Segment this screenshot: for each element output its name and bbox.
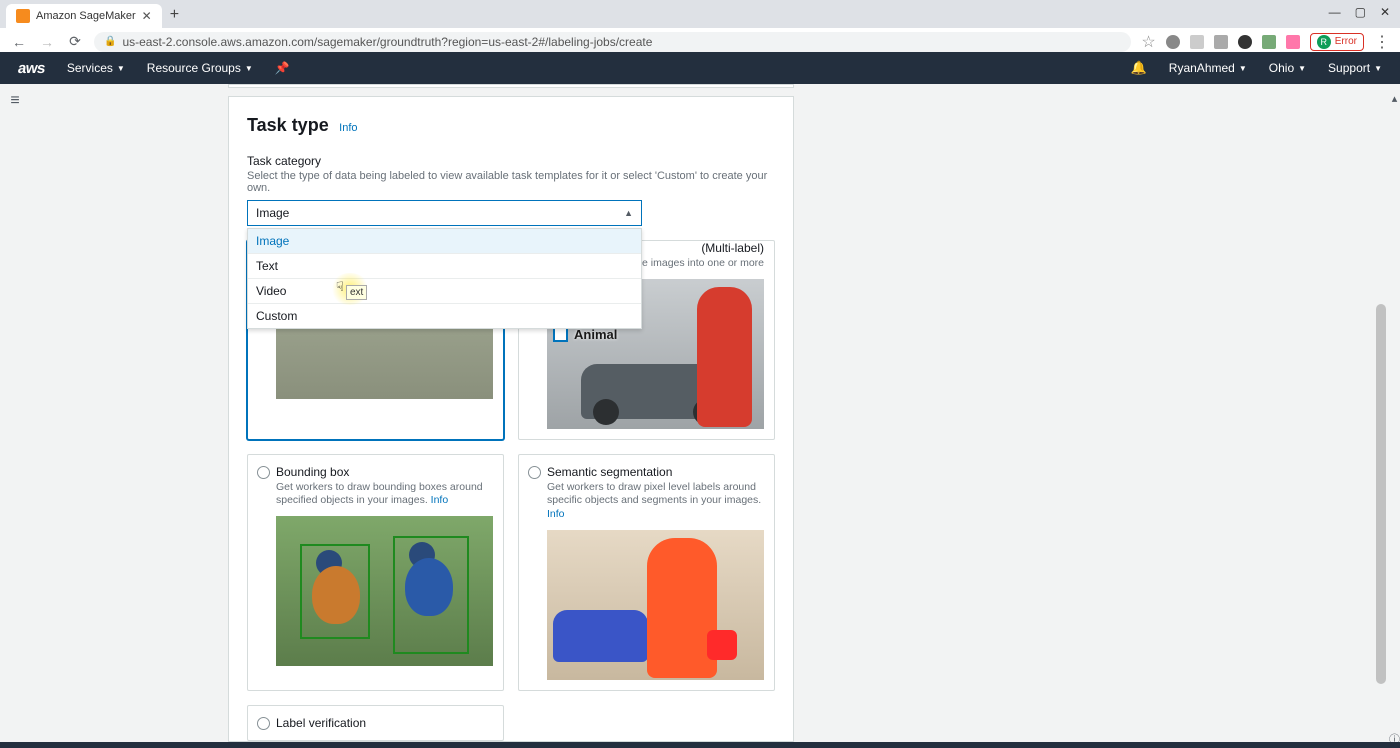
nav-user[interactable]: RyanAhmed▼ <box>1169 61 1247 75</box>
browser-chrome: — ▢ ✕ Amazon SageMaker ✕ + ← → ⟳ 🔒 us-ea… <box>0 0 1400 52</box>
lock-icon: 🔒 <box>104 36 116 47</box>
extension-icon[interactable] <box>1190 35 1204 49</box>
url-text: us-east-2.console.aws.amazon.com/sagemak… <box>122 35 652 49</box>
favicon-icon <box>16 9 30 23</box>
bbox-shape <box>300 544 370 639</box>
dropdown-option-image[interactable]: Image <box>248 229 641 254</box>
category-hint: Select the type of data being labeled to… <box>247 170 775 194</box>
address-bar[interactable]: 🔒 us-east-2.console.aws.amazon.com/sagem… <box>94 32 1131 52</box>
hamburger-icon[interactable]: ≡ <box>10 92 19 110</box>
category-dropdown: Image Text Video ☟ ext Custom <box>247 228 642 329</box>
chevron-down-icon: ▼ <box>1298 64 1306 73</box>
left-rail: ≡ <box>0 84 30 110</box>
nav-services[interactable]: Services▼ <box>67 61 125 75</box>
task-type-card: Task type Info Task category Select the … <box>228 96 794 742</box>
back-button[interactable]: ← <box>10 34 28 50</box>
info-link[interactable]: Info <box>339 122 357 134</box>
aws-footer <box>0 742 1400 748</box>
task-desc: Get workers to draw bounding boxes aroun… <box>276 481 493 508</box>
chevron-up-icon: ▲ <box>624 208 633 218</box>
extension-icon[interactable] <box>1262 35 1276 49</box>
right-rail: ▴ ⓘ <box>1389 84 1400 747</box>
minimize-icon[interactable]: — <box>1329 5 1341 19</box>
window-controls: — ▢ ✕ <box>1329 5 1390 19</box>
profile-chip[interactable]: R Error <box>1310 33 1364 51</box>
radio-icon <box>528 466 541 479</box>
task-thumbnail <box>547 530 764 680</box>
bird-shape <box>405 558 453 616</box>
extension-icon[interactable] <box>1214 35 1228 49</box>
chevron-down-icon: ▼ <box>1239 64 1247 73</box>
chevron-down-icon: ▼ <box>117 64 125 73</box>
profile-label: Error <box>1335 36 1357 47</box>
person-mask-shape <box>647 538 717 678</box>
star-icon[interactable]: ☆ <box>1141 32 1155 52</box>
maximize-icon[interactable]: ▢ <box>1355 5 1366 19</box>
toolbar-right: ☆ R Error ⋮ <box>1141 32 1390 52</box>
person-shape <box>697 287 752 427</box>
chevron-down-icon: ▼ <box>1374 64 1382 73</box>
info-link[interactable]: Info <box>431 494 449 506</box>
extension-icon[interactable] <box>1166 35 1180 49</box>
task-card-bounding-box[interactable]: Bounding box Get workers to draw boundin… <box>247 454 504 691</box>
chevron-down-icon: ▼ <box>245 64 253 73</box>
car-mask-shape <box>553 610 648 662</box>
task-thumbnail <box>276 516 493 666</box>
task-card-semantic-segmentation[interactable]: Semantic segmentation Get workers to dra… <box>518 454 775 691</box>
task-card-label-verification[interactable]: Label verification <box>247 705 504 741</box>
bird-shape <box>312 566 360 624</box>
notifications-icon[interactable]: 🔔 <box>1131 60 1147 76</box>
dropdown-option-custom[interactable]: Custom <box>248 304 641 328</box>
info-link[interactable]: Info <box>547 508 565 520</box>
nav-support[interactable]: Support▼ <box>1328 61 1382 75</box>
dropdown-option-video[interactable]: Video ☟ ext <box>248 279 641 304</box>
cursor-tooltip: ext <box>346 285 367 300</box>
avatar-icon: R <box>1317 35 1331 49</box>
nav-region[interactable]: Ohio▼ <box>1269 61 1306 75</box>
radio-icon <box>257 466 270 479</box>
nav-resource-groups[interactable]: Resource Groups▼ <box>147 61 253 75</box>
menu-icon[interactable]: ⋮ <box>1374 32 1390 52</box>
cursor-icon: ☟ <box>336 279 344 295</box>
extension-icon[interactable] <box>1238 35 1252 49</box>
browser-tab[interactable]: Amazon SageMaker ✕ <box>6 4 162 28</box>
forward-button[interactable]: → <box>38 34 56 50</box>
select-value: Image <box>256 206 289 220</box>
close-icon[interactable]: ✕ <box>1380 5 1390 19</box>
scrollbar-thumb[interactable] <box>1376 304 1386 684</box>
dropdown-option-text[interactable]: Text <box>248 254 641 279</box>
radio-icon <box>257 717 270 730</box>
task-title: Semantic segmentation <box>547 465 764 479</box>
scroll-up-icon[interactable]: ▴ <box>1392 92 1398 105</box>
extension-icon[interactable] <box>1286 35 1300 49</box>
category-select[interactable]: Image ▲ Image Text Video ☟ ext Custom <box>247 200 642 226</box>
reload-button[interactable]: ⟳ <box>66 33 84 50</box>
aws-nav-bar: aws Services▼ Resource Groups▼ 📌 🔔 RyanA… <box>0 52 1400 84</box>
bag-mask-shape <box>707 630 737 660</box>
task-title: Bounding box <box>276 465 493 479</box>
task-title: Label verification <box>276 716 493 730</box>
pin-icon[interactable]: 📌 <box>275 61 290 75</box>
new-tab-button[interactable]: + <box>162 2 187 28</box>
vertical-scrollbar[interactable] <box>1374 84 1386 742</box>
aws-logo[interactable]: aws <box>17 60 46 77</box>
previous-card-edge <box>228 84 794 88</box>
bbox-shape <box>393 536 469 654</box>
tab-title: Amazon SageMaker <box>36 10 136 22</box>
card-title: Task type <box>247 115 329 136</box>
category-label: Task category <box>247 154 775 168</box>
task-desc: Get workers to draw pixel level labels a… <box>547 481 764 522</box>
tab-close-icon[interactable]: ✕ <box>142 9 152 23</box>
